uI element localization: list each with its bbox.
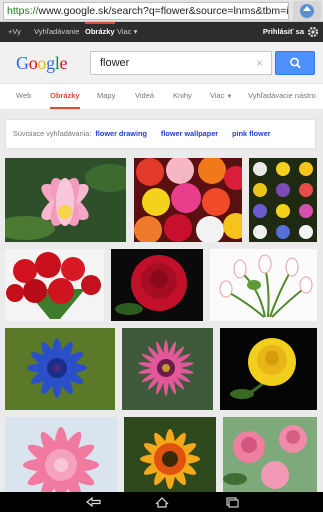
image-results: Súvisiace vyhľadávania: flower drawing fl… xyxy=(0,110,323,492)
search-header: Google flower × xyxy=(0,42,323,84)
image-thumb-yellow-rose[interactable] xyxy=(220,328,317,410)
gbar-more[interactable]: Viac ▾ xyxy=(117,22,137,42)
image-thumb-red-rose[interactable] xyxy=(111,249,203,321)
image-thumb-pink-gazania[interactable] xyxy=(122,328,213,410)
related-label: Súvisiace vyhľadávania: xyxy=(13,129,92,138)
logo-letter: e xyxy=(59,53,68,73)
recent-apps-icon[interactable] xyxy=(222,496,242,508)
logo-letter: o xyxy=(37,53,47,73)
home-icon[interactable] xyxy=(152,496,172,508)
image-thumb-pink-lotus[interactable] xyxy=(5,158,126,242)
image-thumb-pink-dahlia[interactable] xyxy=(5,417,117,492)
url-text: www.google.sk/search?q=flower&source=lnm… xyxy=(38,5,289,17)
image-thumb-orange-gazania[interactable] xyxy=(124,417,216,492)
gear-icon[interactable] xyxy=(307,26,319,38)
chevron-down-icon: ▼ xyxy=(226,94,233,100)
logo-letter: g xyxy=(46,53,55,73)
image-thumb-roses-bouquet[interactable] xyxy=(134,158,242,242)
tab-books[interactable]: Knihy xyxy=(173,84,192,109)
chevron-down-icon: ▾ xyxy=(133,27,138,36)
tab-more[interactable]: Viac ▼ xyxy=(210,84,233,109)
browser-url-bar: https://www.google.sk/search?q=flower&so… xyxy=(0,0,323,22)
android-nav-bar xyxy=(0,492,323,512)
related-link-flower-wallpaper[interactable]: flower wallpaper xyxy=(161,129,218,138)
search-icon xyxy=(290,57,301,69)
clear-icon[interactable]: × xyxy=(256,52,263,74)
related-link-flower-drawing[interactable]: flower drawing xyxy=(95,129,147,138)
url-protocol: https:// xyxy=(7,5,39,17)
image-thumb-white-tulips[interactable] xyxy=(210,249,317,321)
gbar-more-label: Viac xyxy=(117,27,132,36)
tab-videos[interactable]: Videá xyxy=(135,84,154,109)
google-top-bar: +Vy Vyhľadávanie Obrázky Viac ▾ Prihlási… xyxy=(0,22,323,42)
tab-images[interactable]: Obrázky xyxy=(50,84,80,109)
gbar-plus[interactable]: +Vy xyxy=(8,22,21,42)
logo-letter: G xyxy=(16,53,29,73)
google-logo[interactable]: Google xyxy=(16,53,68,74)
gbar-search[interactable]: Vyhľadávanie xyxy=(34,22,79,42)
search-button[interactable] xyxy=(275,51,315,75)
image-thumb-flower-grid[interactable] xyxy=(249,158,317,242)
tab-web[interactable]: Web xyxy=(16,84,31,109)
related-link-pink-flower[interactable]: pink flower xyxy=(232,129,271,138)
back-icon[interactable] xyxy=(84,496,104,508)
browser-menu-icon[interactable] xyxy=(293,1,321,21)
search-query: flower xyxy=(100,57,130,69)
image-thumb-pink-roses[interactable] xyxy=(223,417,317,492)
signin-link[interactable]: Prihlásiť sa xyxy=(263,22,304,42)
tab-more-label: Viac xyxy=(210,91,225,100)
image-thumb-blue-cornflower[interactable] xyxy=(5,328,115,410)
search-tabs: Web Obrázky Mapy Videá Knihy Viac ▼ Vyhľa… xyxy=(0,84,323,110)
tab-search-tools[interactable]: Vyhľadávacie nástro xyxy=(248,84,316,109)
search-input[interactable]: flower × xyxy=(90,51,272,75)
related-searches: Súvisiace vyhľadávania: flower drawing fl… xyxy=(5,119,316,149)
image-thumb-red-roses[interactable] xyxy=(5,249,104,321)
tab-maps[interactable]: Mapy xyxy=(97,84,115,109)
gbar-images[interactable]: Obrázky xyxy=(85,22,115,42)
url-field[interactable]: https://www.google.sk/search?q=flower&so… xyxy=(3,2,289,20)
